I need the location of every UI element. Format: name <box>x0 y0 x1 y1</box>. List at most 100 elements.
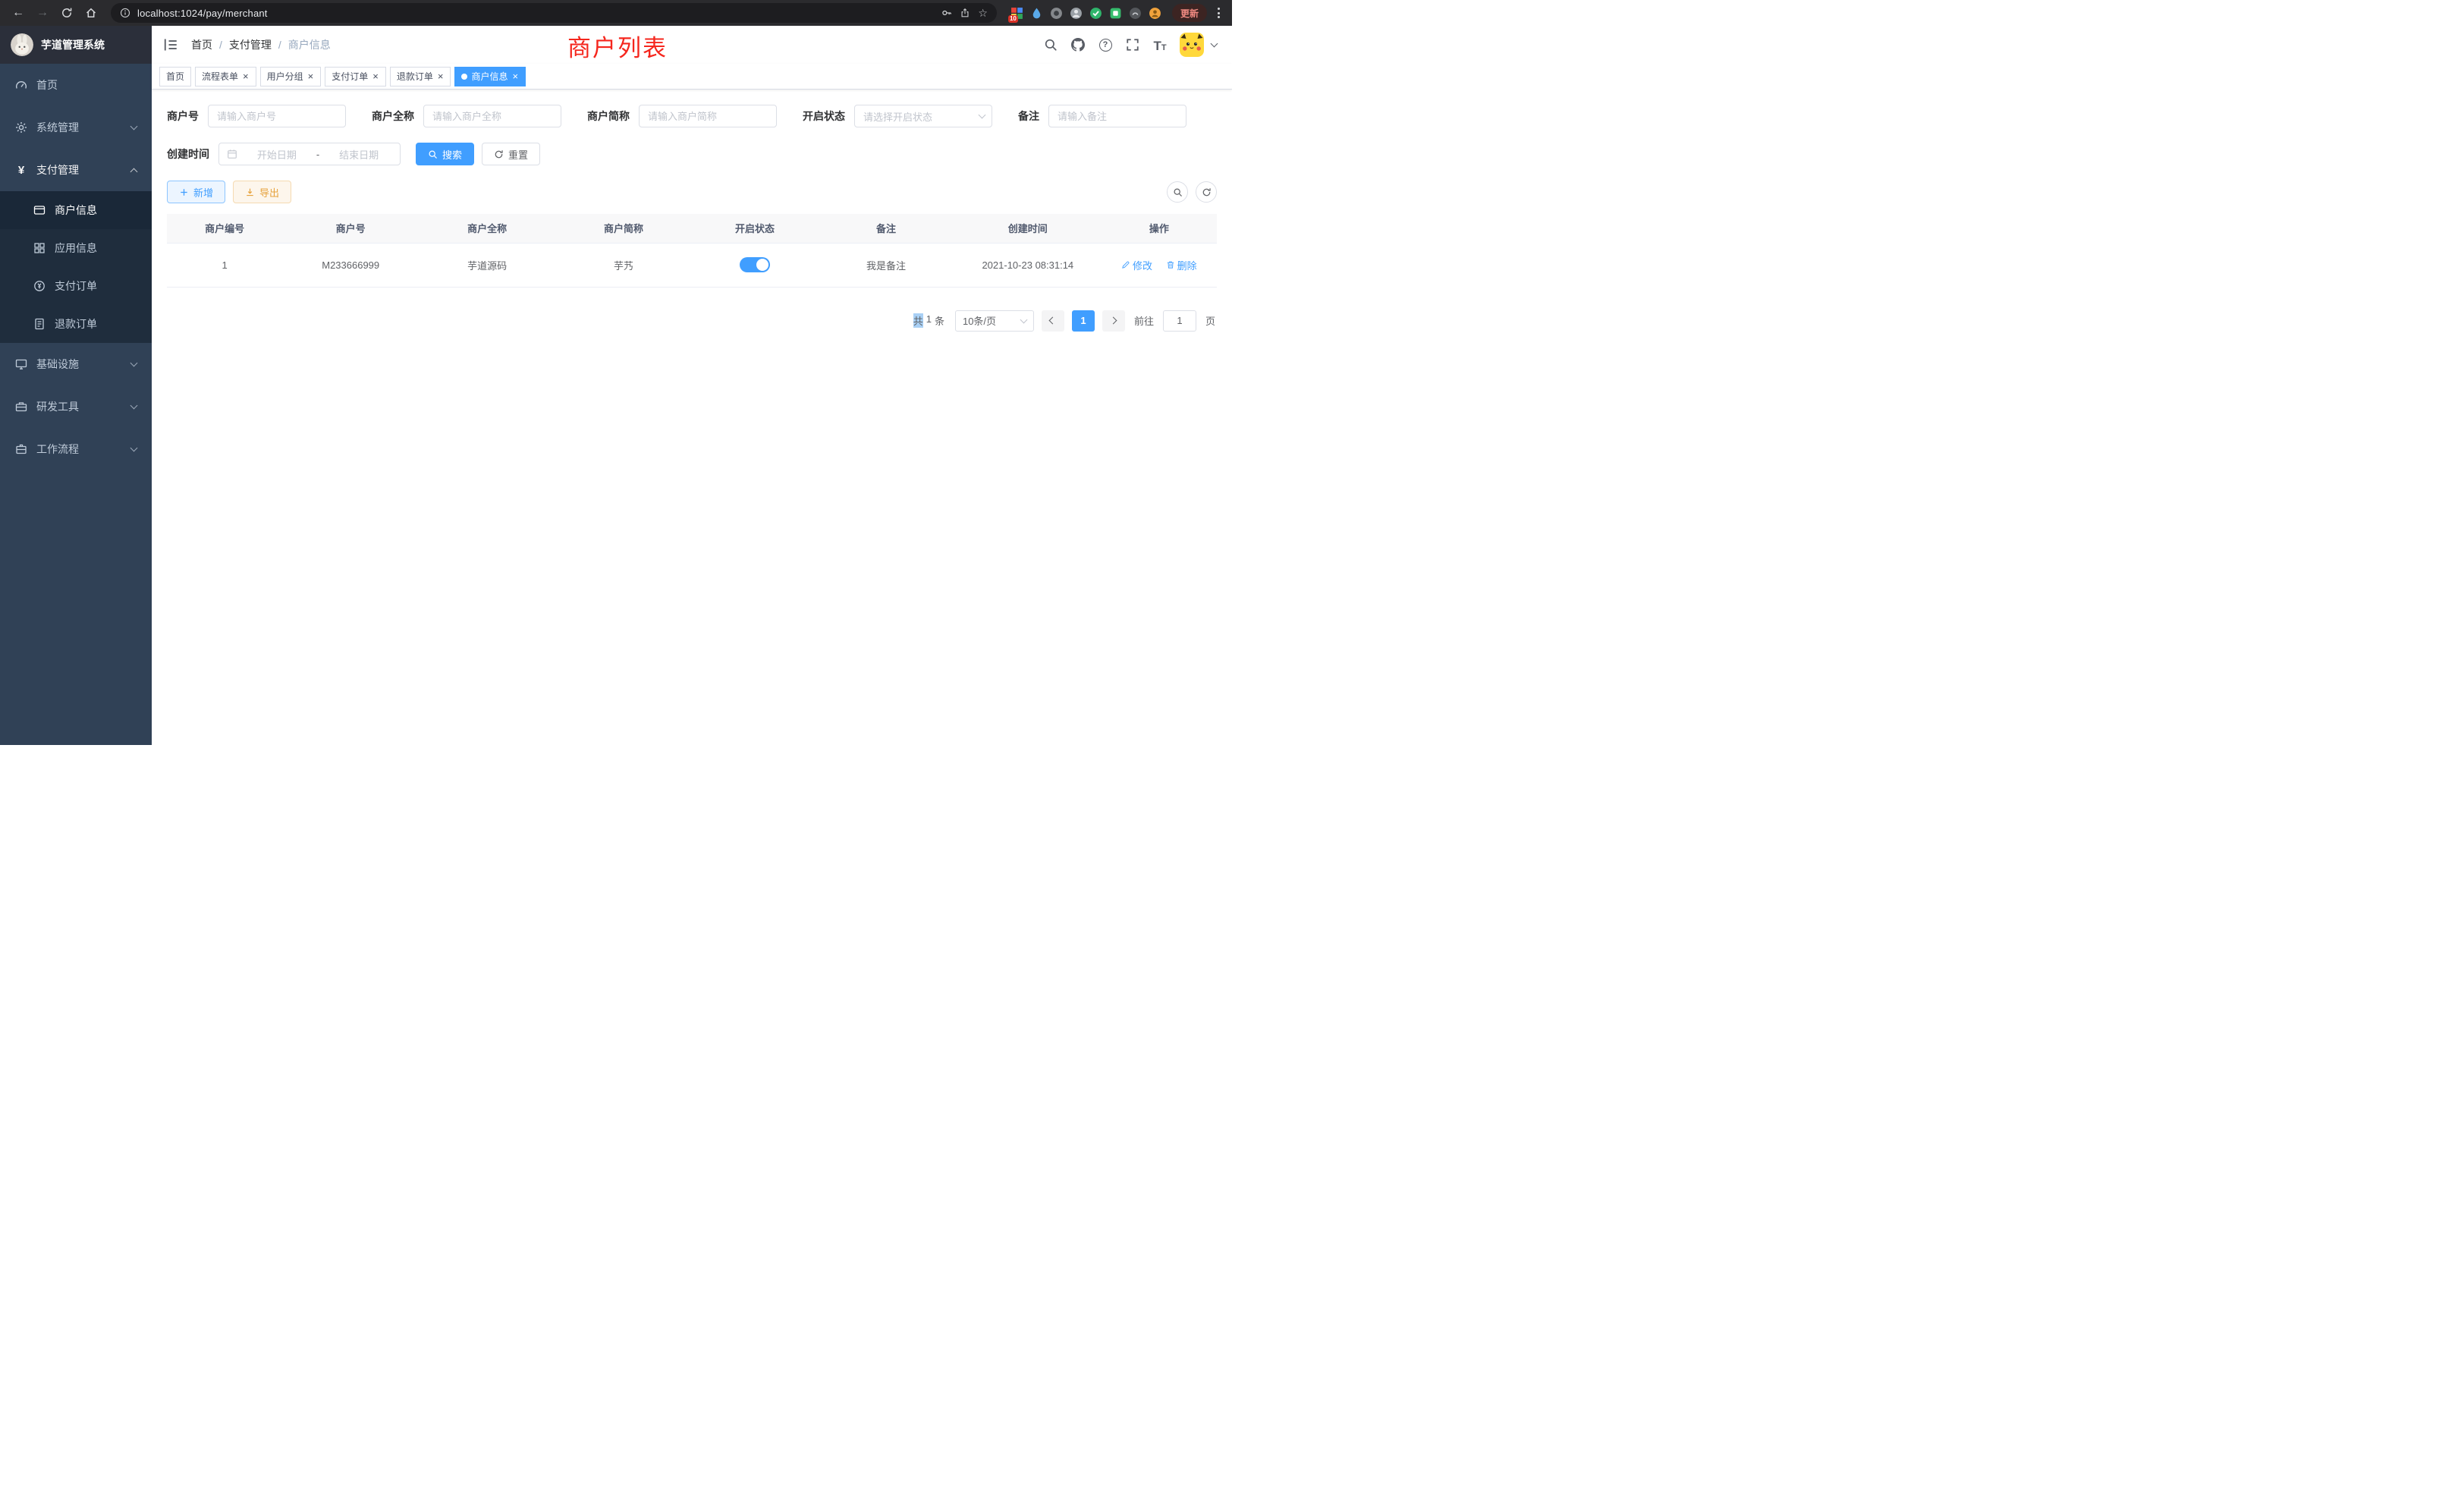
sidebar-item-label: 首页 <box>36 77 58 93</box>
extension-drop-icon[interactable] <box>1030 7 1043 20</box>
extension-green-check-icon[interactable] <box>1089 7 1102 20</box>
page-info-icon[interactable] <box>120 8 130 18</box>
page-1-button[interactable]: 1 <box>1072 310 1095 332</box>
date-start-placeholder[interactable]: 开始日期 <box>244 147 310 162</box>
sidebar-menu: 首页 系统管理 ¥ 支付管理 商户信息 <box>0 64 152 470</box>
close-icon[interactable]: × <box>307 71 315 81</box>
add-button[interactable]: 新增 <box>167 181 225 203</box>
tab-refund-order[interactable]: 退款订单 × <box>390 67 451 86</box>
help-icon[interactable]: ? <box>1098 37 1113 52</box>
date-separator: - <box>316 149 319 160</box>
date-range-picker[interactable]: 开始日期 - 结束日期 <box>218 143 401 165</box>
tab-home[interactable]: 首页 <box>159 67 191 86</box>
extension-orange-avatar-icon[interactable] <box>1149 7 1161 20</box>
filter-label: 创建时间 <box>167 146 209 162</box>
refresh-table-button[interactable] <box>1196 181 1217 203</box>
url-bar[interactable]: localhost:1024/pay/merchant ☆ <box>111 3 997 23</box>
table-header-row: 商户编号 商户号 商户全称 商户简称 开启状态 备注 创建时间 操作 <box>167 214 1217 243</box>
sidebar-item-pay-order[interactable]: 支付订单 <box>0 267 152 305</box>
browser-reload-icon[interactable] <box>56 2 77 24</box>
tab-user-group[interactable]: 用户分组 × <box>260 67 322 86</box>
short-name-input[interactable] <box>639 105 777 127</box>
header-search-icon[interactable] <box>1043 37 1058 52</box>
toggle-search-button[interactable] <box>1167 181 1188 203</box>
sidebar-item-label: 系统管理 <box>36 120 79 135</box>
reset-button[interactable]: 重置 <box>482 143 540 165</box>
tab-label: 商户信息 <box>471 70 508 83</box>
url-text[interactable]: localhost:1024/pay/merchant <box>137 8 935 19</box>
delete-link[interactable]: 删除 <box>1166 258 1197 272</box>
logo[interactable]: 芋道管理系统 <box>0 26 152 64</box>
edit-link[interactable]: 修改 <box>1121 258 1152 272</box>
tab-merchant-info[interactable]: 商户信息 × <box>454 67 526 86</box>
extension-green-square-icon[interactable] <box>1109 7 1122 20</box>
close-icon[interactable]: × <box>511 71 519 81</box>
close-icon[interactable]: × <box>437 71 445 81</box>
edit-link-label: 修改 <box>1133 258 1152 272</box>
sidebar-item-home[interactable]: 首页 <box>0 64 152 106</box>
sidebar-item-system[interactable]: 系统管理 <box>0 106 152 149</box>
status-toggle[interactable] <box>740 257 770 272</box>
user-avatar[interactable] <box>1180 33 1204 57</box>
sidebar-item-app-info[interactable]: 应用信息 <box>0 229 152 267</box>
merchant-no-input[interactable] <box>208 105 346 127</box>
workflow-icon <box>15 443 27 455</box>
prev-page-button[interactable] <box>1042 310 1064 332</box>
browser-back-icon[interactable]: ← <box>8 2 29 24</box>
add-button-label: 新增 <box>193 185 213 200</box>
browser-home-icon[interactable] <box>80 2 102 24</box>
breadcrumb-payment[interactable]: 支付管理 <box>229 37 272 52</box>
date-end-placeholder[interactable]: 结束日期 <box>325 147 392 162</box>
extension-claw-icon[interactable] <box>1129 7 1142 20</box>
sidebar-item-devtools[interactable]: 研发工具 <box>0 385 152 428</box>
browser-menu-icon[interactable] <box>1213 8 1224 18</box>
hamburger-icon[interactable] <box>152 37 190 52</box>
github-icon[interactable] <box>1070 37 1086 52</box>
sidebar-item-infra[interactable]: 基础设施 <box>0 343 152 385</box>
tab-pay-order[interactable]: 支付订单 × <box>325 67 386 86</box>
sidebar-item-payment[interactable]: ¥ 支付管理 <box>0 149 152 191</box>
total-count: 1 <box>926 313 932 328</box>
extension-grid-icon[interactable]: 10 <box>1010 7 1023 20</box>
sidebar-item-workflow[interactable]: 工作流程 <box>0 428 152 470</box>
extension-dark-circle-icon[interactable] <box>1050 7 1063 20</box>
password-key-icon[interactable] <box>941 8 952 18</box>
sidebar-item-label: 商户信息 <box>55 203 97 218</box>
extensions-area: 10 <box>1006 7 1166 20</box>
table-header: 商户编号 <box>167 214 282 243</box>
document-icon <box>33 318 46 330</box>
full-name-input[interactable] <box>423 105 561 127</box>
extension-avatar-icon[interactable] <box>1070 7 1083 20</box>
close-icon[interactable]: × <box>242 71 250 81</box>
page-size-select[interactable]: 10条/页 <box>955 310 1034 332</box>
calendar-icon <box>227 149 237 159</box>
breadcrumb-current: 商户信息 <box>288 37 331 52</box>
gear-icon <box>15 121 27 134</box>
chevron-left-icon <box>1049 317 1057 325</box>
remark-input[interactable] <box>1048 105 1186 127</box>
avatar-caret-icon[interactable] <box>1211 40 1218 48</box>
close-icon[interactable]: × <box>372 71 379 81</box>
status-select[interactable]: 请选择开启状态 <box>854 105 992 127</box>
sidebar-item-merchant-info[interactable]: 商户信息 <box>0 191 152 229</box>
sidebar-item-refund-order[interactable]: 退款订单 <box>0 305 152 343</box>
bookmark-star-icon[interactable]: ☆ <box>978 7 988 20</box>
next-page-button[interactable] <box>1102 310 1125 332</box>
total-prefix: 共 <box>913 313 923 328</box>
browser-forward-icon[interactable]: → <box>32 2 53 24</box>
browser-chrome: ← → localhost:1024/pay/merchant ☆ 10 <box>0 0 1232 26</box>
app: 芋道管理系统 首页 系统管理 ¥ 支付管理 <box>0 26 1232 745</box>
export-button[interactable]: 导出 <box>233 181 291 203</box>
fullscreen-icon[interactable] <box>1125 37 1140 52</box>
table-tools <box>1167 181 1217 203</box>
search-button[interactable]: 搜索 <box>416 143 474 165</box>
tab-process-form[interactable]: 流程表单 × <box>195 67 256 86</box>
breadcrumb-home[interactable]: 首页 <box>191 37 212 52</box>
share-icon[interactable] <box>960 8 970 18</box>
font-size-icon[interactable]: TT <box>1152 37 1168 52</box>
cell-create-time: 2021-10-23 08:31:14 <box>954 243 1102 287</box>
tab-label: 用户分组 <box>267 70 303 83</box>
browser-update-button[interactable]: 更新 <box>1172 4 1207 22</box>
refresh-icon <box>494 149 504 159</box>
goto-page-input[interactable] <box>1163 310 1196 332</box>
